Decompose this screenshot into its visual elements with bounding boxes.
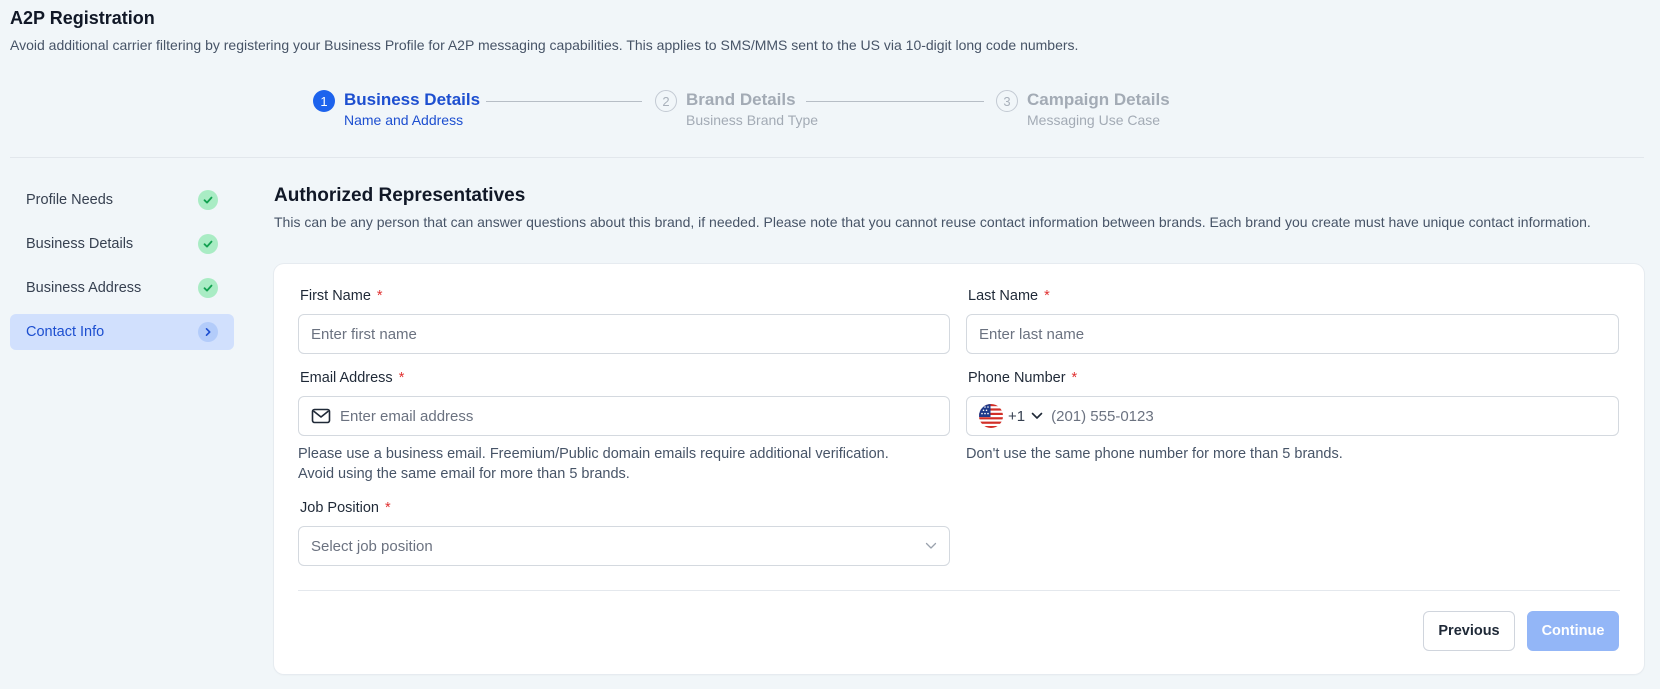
step-connector bbox=[806, 101, 984, 102]
step-campaign-details[interactable]: 3 Campaign Details Messaging Use Case bbox=[996, 89, 1170, 130]
email-input[interactable] bbox=[340, 407, 937, 425]
section-description: This can be any person that can answer q… bbox=[274, 214, 1591, 230]
step-description: Messaging Use Case bbox=[1027, 112, 1161, 128]
card-divider bbox=[298, 590, 1620, 591]
job-position-label: Job Position * bbox=[300, 500, 391, 516]
sidebar-item-business-address[interactable]: Business Address bbox=[10, 270, 234, 306]
check-circle-icon bbox=[198, 190, 218, 210]
last-name-field[interactable] bbox=[966, 314, 1619, 354]
chevron-down-icon bbox=[925, 542, 937, 550]
section-title: Authorized Representatives bbox=[274, 185, 526, 206]
last-name-input[interactable] bbox=[979, 325, 1606, 343]
first-name-label: First Name * bbox=[300, 288, 383, 304]
first-name-field[interactable] bbox=[298, 314, 950, 354]
field-label-text: First Name bbox=[300, 288, 371, 304]
email-label: Email Address * bbox=[300, 370, 404, 386]
us-flag-icon[interactable] bbox=[979, 404, 1003, 428]
step-number-3: 3 bbox=[996, 90, 1018, 112]
step-brand-details[interactable]: 2 Brand Details Business Brand Type bbox=[655, 89, 818, 130]
field-label-text: Last Name bbox=[968, 288, 1039, 304]
continue-button[interactable]: Continue bbox=[1527, 611, 1619, 651]
sidebar-item-business-details[interactable]: Business Details bbox=[10, 226, 234, 262]
email-hint: Please use a business email. Freemium/Pu… bbox=[298, 446, 889, 482]
step-title: Brand Details bbox=[686, 90, 796, 109]
step-number-1: 1 bbox=[313, 90, 335, 112]
sidebar-item-contact-info[interactable]: Contact Info bbox=[10, 314, 234, 350]
step-title: Campaign Details bbox=[1027, 90, 1170, 109]
step-connector bbox=[486, 101, 642, 102]
chevron-down-icon[interactable] bbox=[1031, 412, 1043, 420]
sidebar-item-label: Contact Info bbox=[26, 324, 105, 340]
required-asterisk: * bbox=[398, 370, 405, 386]
field-label-text: Phone Number bbox=[968, 370, 1066, 386]
phone-hint: Don't use the same phone number for more… bbox=[966, 446, 1343, 462]
step-description: Business Brand Type bbox=[686, 112, 819, 128]
required-asterisk: * bbox=[1071, 370, 1078, 386]
header-divider bbox=[10, 157, 1644, 158]
first-name-input[interactable] bbox=[311, 325, 937, 343]
last-name-label: Last Name * bbox=[968, 288, 1050, 304]
contact-form-card: First Name * Last Name * Email Address * Pl… bbox=[274, 264, 1644, 674]
field-label-text: Email Address bbox=[300, 370, 393, 386]
required-asterisk: * bbox=[376, 288, 383, 304]
step-business-details[interactable]: 1 Business Details Name and Address bbox=[313, 89, 480, 130]
page-title: A2P Registration bbox=[10, 8, 155, 28]
mail-icon bbox=[311, 408, 331, 424]
page-subtitle: Avoid additional carrier filtering by re… bbox=[10, 37, 1079, 53]
required-asterisk: * bbox=[1044, 288, 1050, 304]
field-label-text: Job Position bbox=[300, 500, 379, 516]
check-circle-icon bbox=[198, 234, 218, 254]
country-code[interactable]: +1 bbox=[1008, 408, 1025, 425]
step-description: Name and Address bbox=[344, 112, 464, 128]
step-title: Business Details bbox=[344, 90, 481, 109]
phone-input[interactable] bbox=[1051, 407, 1606, 425]
sidebar-item-label: Business Details bbox=[26, 236, 134, 252]
required-asterisk: * bbox=[385, 500, 391, 516]
job-position-value: Select job position bbox=[311, 537, 433, 555]
chevron-right-icon bbox=[198, 322, 218, 342]
sidebar-item-label: Profile Needs bbox=[26, 192, 114, 208]
phone-field[interactable]: +1 bbox=[966, 396, 1619, 436]
sidebar-item-label: Business Address bbox=[26, 280, 142, 296]
step-number-2: 2 bbox=[655, 90, 677, 112]
email-field[interactable] bbox=[298, 396, 950, 436]
sidebar-item-profile-needs[interactable]: Profile Needs bbox=[10, 182, 234, 218]
phone-label: Phone Number * bbox=[968, 370, 1077, 386]
progress-stepper: 1 Business Details Name and Address 2 Br… bbox=[313, 89, 1173, 134]
sidebar-nav: Profile Needs Business Details Business … bbox=[10, 182, 234, 358]
check-circle-icon bbox=[198, 278, 218, 298]
previous-button[interactable]: Previous bbox=[1423, 611, 1515, 651]
job-position-select[interactable]: Select job position bbox=[298, 526, 950, 566]
